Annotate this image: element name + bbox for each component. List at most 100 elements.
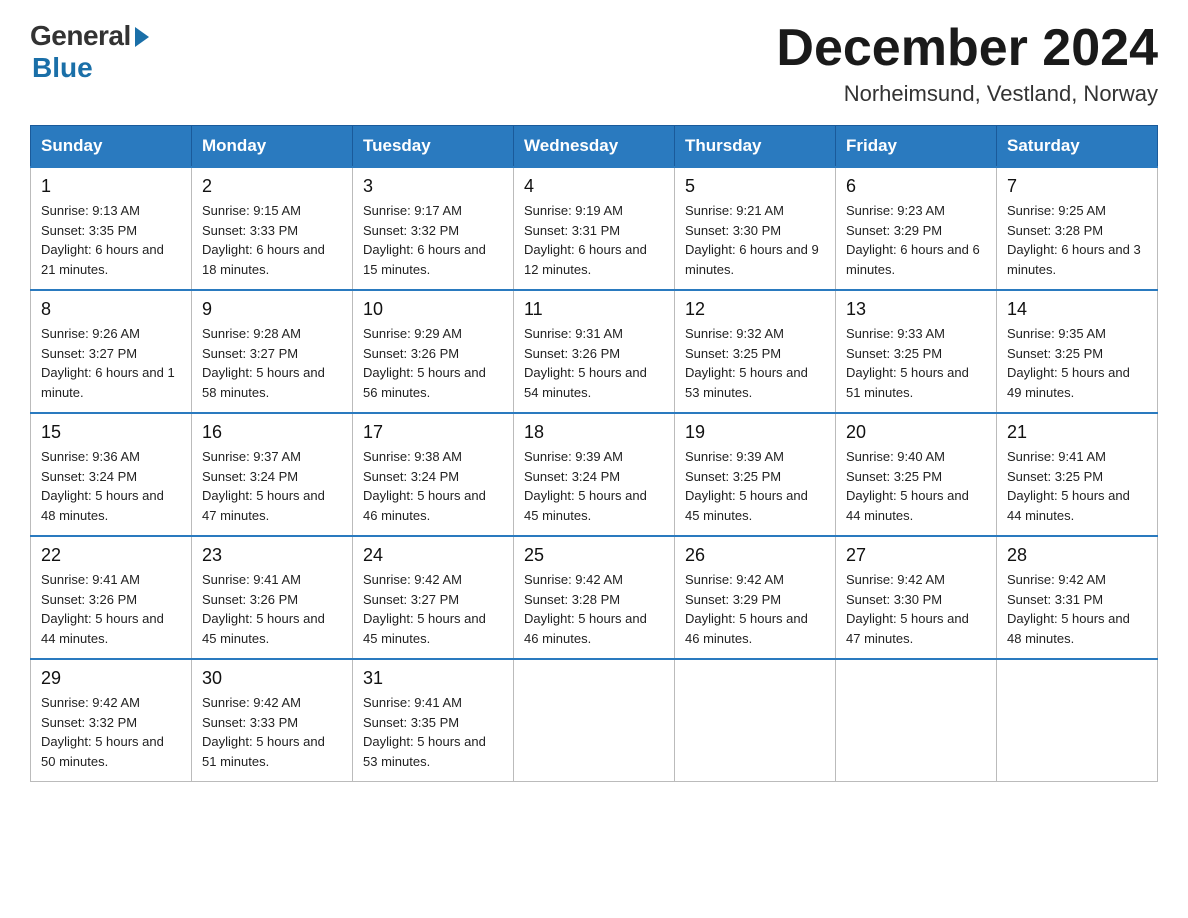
day-of-week-friday: Friday [836,126,997,168]
calendar-cell [997,659,1158,782]
day-info: Sunrise: 9:42 AMSunset: 3:29 PMDaylight:… [685,570,825,648]
title-block: December 2024 Norheimsund, Vestland, Nor… [776,20,1158,107]
day-number: 12 [685,299,825,320]
day-info: Sunrise: 9:29 AMSunset: 3:26 PMDaylight:… [363,324,503,402]
day-number: 7 [1007,176,1147,197]
day-info: Sunrise: 9:41 AMSunset: 3:25 PMDaylight:… [1007,447,1147,525]
day-of-week-monday: Monday [192,126,353,168]
week-row-4: 22Sunrise: 9:41 AMSunset: 3:26 PMDayligh… [31,536,1158,659]
day-info: Sunrise: 9:42 AMSunset: 3:31 PMDaylight:… [1007,570,1147,648]
calendar-cell: 12 Sunrise: 9:32 AMSunset: 3:25 PMDayligh… [675,290,836,413]
day-info: Sunrise: 9:17 AMSunset: 3:32 PMDaylight:… [363,201,503,279]
day-info: Sunrise: 9:36 AMSunset: 3:24 PMDaylight:… [41,447,181,525]
day-info: Sunrise: 9:19 AMSunset: 3:31 PMDaylight:… [524,201,664,279]
day-info: Sunrise: 9:21 AMSunset: 3:30 PMDaylight:… [685,201,825,279]
day-number: 23 [202,545,342,566]
day-info: Sunrise: 9:28 AMSunset: 3:27 PMDaylight:… [202,324,342,402]
day-number: 29 [41,668,181,689]
logo-blue-text: Blue [32,52,93,84]
calendar-cell: 13Sunrise: 9:33 AMSunset: 3:25 PMDayligh… [836,290,997,413]
day-info: Sunrise: 9:41 AMSunset: 3:26 PMDaylight:… [202,570,342,648]
calendar-cell [675,659,836,782]
day-number: 30 [202,668,342,689]
day-number: 11 [524,299,664,320]
calendar-cell: 22Sunrise: 9:41 AMSunset: 3:26 PMDayligh… [31,536,192,659]
day-info: Sunrise: 9:39 AMSunset: 3:24 PMDaylight:… [524,447,664,525]
page-header: General Blue December 2024 Norheimsund, … [30,20,1158,107]
calendar-cell: 14 Sunrise: 9:35 AMSunset: 3:25 PMDayligh… [997,290,1158,413]
calendar-cell: 28 Sunrise: 9:42 AMSunset: 3:31 PMDayligh… [997,536,1158,659]
day-of-week-saturday: Saturday [997,126,1158,168]
day-info: Sunrise: 9:42 AMSunset: 3:33 PMDaylight:… [202,693,342,771]
day-info: Sunrise: 9:37 AMSunset: 3:24 PMDaylight:… [202,447,342,525]
day-number: 18 [524,422,664,443]
day-info: Sunrise: 9:42 AMSunset: 3:30 PMDaylight:… [846,570,986,648]
day-info: Sunrise: 9:31 AMSunset: 3:26 PMDaylight:… [524,324,664,402]
day-of-week-thursday: Thursday [675,126,836,168]
calendar-cell: 27Sunrise: 9:42 AMSunset: 3:30 PMDayligh… [836,536,997,659]
day-info: Sunrise: 9:41 AMSunset: 3:35 PMDaylight:… [363,693,503,771]
calendar-cell: 11 Sunrise: 9:31 AMSunset: 3:26 PMDayligh… [514,290,675,413]
month-title: December 2024 [776,20,1158,77]
day-number: 2 [202,176,342,197]
calendar-cell [836,659,997,782]
day-of-week-wednesday: Wednesday [514,126,675,168]
calendar-cell: 17 Sunrise: 9:38 AMSunset: 3:24 PMDayligh… [353,413,514,536]
week-row-2: 8Sunrise: 9:26 AMSunset: 3:27 PMDaylight… [31,290,1158,413]
calendar-header: SundayMondayTuesdayWednesdayThursdayFrid… [31,126,1158,168]
day-info: Sunrise: 9:38 AMSunset: 3:24 PMDaylight:… [363,447,503,525]
calendar-cell: 29 Sunrise: 9:42 AMSunset: 3:32 PMDayligh… [31,659,192,782]
day-info: Sunrise: 9:33 AMSunset: 3:25 PMDaylight:… [846,324,986,402]
calendar-body: 1Sunrise: 9:13 AMSunset: 3:35 PMDaylight… [31,167,1158,782]
day-number: 4 [524,176,664,197]
day-number: 5 [685,176,825,197]
day-info: Sunrise: 9:42 AMSunset: 3:28 PMDaylight:… [524,570,664,648]
calendar-cell: 2 Sunrise: 9:15 AMSunset: 3:33 PMDaylight… [192,167,353,290]
calendar-cell: 16 Sunrise: 9:37 AMSunset: 3:24 PMDayligh… [192,413,353,536]
calendar-cell: 19Sunrise: 9:39 AMSunset: 3:25 PMDayligh… [675,413,836,536]
day-number: 9 [202,299,342,320]
day-number: 21 [1007,422,1147,443]
day-number: 17 [363,422,503,443]
calendar-table: SundayMondayTuesdayWednesdayThursdayFrid… [30,125,1158,782]
calendar-cell: 3 Sunrise: 9:17 AMSunset: 3:32 PMDaylight… [353,167,514,290]
calendar-cell: 20Sunrise: 9:40 AMSunset: 3:25 PMDayligh… [836,413,997,536]
day-number: 14 [1007,299,1147,320]
day-number: 6 [846,176,986,197]
logo-arrow-icon [135,27,149,47]
location-subtitle: Norheimsund, Vestland, Norway [776,81,1158,107]
calendar-cell: 5 Sunrise: 9:21 AMSunset: 3:30 PMDaylight… [675,167,836,290]
day-of-week-sunday: Sunday [31,126,192,168]
calendar-cell: 10 Sunrise: 9:29 AMSunset: 3:26 PMDayligh… [353,290,514,413]
day-info: Sunrise: 9:40 AMSunset: 3:25 PMDaylight:… [846,447,986,525]
day-number: 1 [41,176,181,197]
day-number: 10 [363,299,503,320]
day-number: 26 [685,545,825,566]
day-number: 19 [685,422,825,443]
day-info: Sunrise: 9:26 AMSunset: 3:27 PMDaylight:… [41,324,181,402]
calendar-cell: 7Sunrise: 9:25 AMSunset: 3:28 PMDaylight… [997,167,1158,290]
calendar-cell: 30 Sunrise: 9:42 AMSunset: 3:33 PMDayligh… [192,659,353,782]
calendar-cell: 9 Sunrise: 9:28 AMSunset: 3:27 PMDaylight… [192,290,353,413]
calendar-cell: 23 Sunrise: 9:41 AMSunset: 3:26 PMDayligh… [192,536,353,659]
calendar-cell: 4 Sunrise: 9:19 AMSunset: 3:31 PMDaylight… [514,167,675,290]
day-number: 28 [1007,545,1147,566]
calendar-cell: 8Sunrise: 9:26 AMSunset: 3:27 PMDaylight… [31,290,192,413]
day-of-week-tuesday: Tuesday [353,126,514,168]
day-info: Sunrise: 9:15 AMSunset: 3:33 PMDaylight:… [202,201,342,279]
day-info: Sunrise: 9:23 AMSunset: 3:29 PMDaylight:… [846,201,986,279]
calendar-cell [514,659,675,782]
calendar-cell: 6 Sunrise: 9:23 AMSunset: 3:29 PMDaylight… [836,167,997,290]
calendar-cell: 31Sunrise: 9:41 AMSunset: 3:35 PMDayligh… [353,659,514,782]
day-number: 25 [524,545,664,566]
day-info: Sunrise: 9:42 AMSunset: 3:32 PMDaylight:… [41,693,181,771]
day-number: 16 [202,422,342,443]
week-row-3: 15Sunrise: 9:36 AMSunset: 3:24 PMDayligh… [31,413,1158,536]
calendar-cell: 24Sunrise: 9:42 AMSunset: 3:27 PMDayligh… [353,536,514,659]
logo-general-text: General [30,20,131,52]
day-info: Sunrise: 9:41 AMSunset: 3:26 PMDaylight:… [41,570,181,648]
days-of-week-row: SundayMondayTuesdayWednesdayThursdayFrid… [31,126,1158,168]
day-info: Sunrise: 9:32 AMSunset: 3:25 PMDaylight:… [685,324,825,402]
day-info: Sunrise: 9:35 AMSunset: 3:25 PMDaylight:… [1007,324,1147,402]
day-number: 3 [363,176,503,197]
